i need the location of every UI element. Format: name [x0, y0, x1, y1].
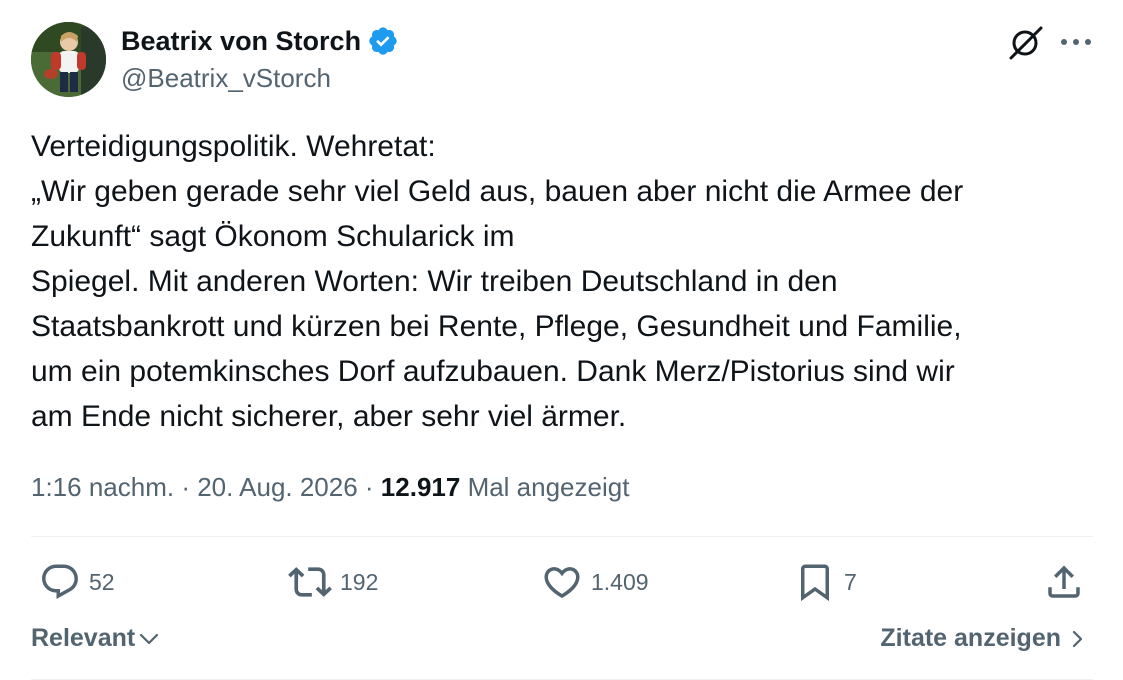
tweet-line: am Ende nicht sicherer, aber sehr viel ä…	[31, 400, 627, 433]
views-label: Mal angezeigt	[467, 472, 630, 502]
author-handle[interactable]: @Beatrix_vStorch	[121, 62, 331, 94]
author-display-name[interactable]: Beatrix von Storch	[121, 24, 361, 58]
reply-icon	[42, 564, 78, 599]
divider	[31, 536, 1093, 537]
tweet-line: Verteidigungspolitik. Wehretat:	[31, 130, 436, 163]
tweet-text: Verteidigungspolitik. Wehretat: „Wir geb…	[31, 124, 1101, 439]
like-button[interactable]: 1.409	[541, 560, 649, 604]
views-count[interactable]: 12.917	[381, 472, 461, 502]
author-name-row: Beatrix von Storch	[121, 24, 399, 58]
bookmark-icon	[801, 564, 829, 602]
chevron-down-icon	[140, 633, 159, 644]
view-quotes-link[interactable]: Zitate anzeigen	[880, 624, 1087, 653]
tweet-time[interactable]: 1:16 nachm.	[31, 472, 174, 502]
avatar-photo	[31, 22, 106, 97]
tweet-line: „Wir geben gerade sehr viel Geld aus, ba…	[31, 175, 964, 208]
verified-badge-icon[interactable]	[367, 25, 399, 57]
repost-icon	[288, 567, 332, 597]
bookmark-count: 7	[844, 568, 857, 595]
meta-separator: ·	[174, 472, 198, 502]
tweet-line: Spiegel. Mit anderen Worten: Wir treiben…	[31, 265, 838, 298]
share-button[interactable]	[1043, 560, 1085, 604]
grok-icon[interactable]	[1006, 22, 1046, 62]
tweet-date[interactable]: 20. Aug. 2026	[197, 472, 357, 502]
view-quotes-label: Zitate anzeigen	[880, 624, 1061, 652]
bookmark-button[interactable]: 7	[794, 560, 857, 604]
more-icon[interactable]	[1056, 22, 1096, 62]
repost-count: 192	[340, 568, 379, 595]
tweet-line: um ein potemkinsches Dorf aufzubauen. Da…	[31, 355, 955, 388]
share-icon	[1048, 565, 1080, 598]
reply-count: 52	[89, 568, 115, 595]
tweet-line: Zukunft“ sagt Ökonom Schularick im	[31, 220, 515, 253]
sort-label: Relevant	[31, 624, 136, 652]
heart-icon	[544, 567, 580, 599]
like-count: 1.409	[591, 568, 649, 595]
avatar[interactable]	[31, 22, 106, 97]
tweet-meta: 1:16 nachm. · 20. Aug. 2026 · 12.917 Mal…	[31, 470, 629, 504]
meta-separator: ·	[357, 472, 381, 502]
tweet-line: Staatsbankrott und kürzen bei Rente, Pfl…	[31, 310, 962, 343]
chevron-right-icon	[1072, 630, 1083, 647]
reply-button[interactable]: 52	[39, 560, 115, 604]
repost-button[interactable]: 192	[288, 560, 378, 604]
sort-dropdown[interactable]: Relevant	[31, 624, 161, 653]
